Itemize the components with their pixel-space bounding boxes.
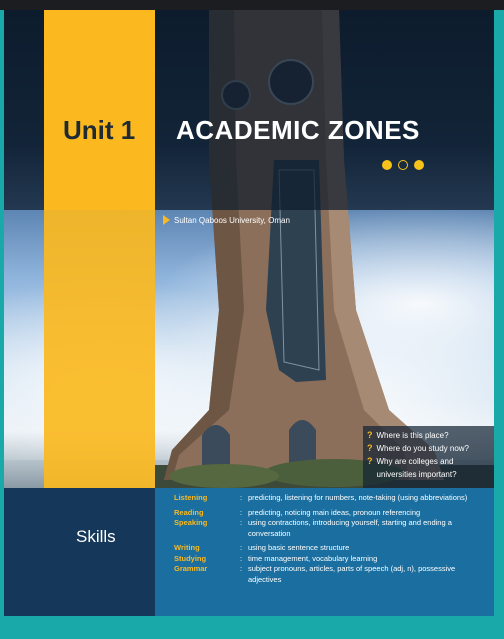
skill-name: Speaking <box>174 518 208 527</box>
skill-row: Speaking : using contractions, introduci… <box>174 518 490 539</box>
bottom-bar <box>0 616 504 639</box>
question-mark-icon: ? <box>367 430 373 440</box>
skill-row: Listening : predicting, listening for nu… <box>174 493 490 504</box>
skills-title: Skills <box>76 527 116 546</box>
skill-row: Studying : time management, vocabulary l… <box>174 554 490 565</box>
skill-row: Writing : using basic sentence structure <box>174 543 490 554</box>
skill-desc: using basic sentence structure <box>248 543 350 552</box>
top-bar <box>0 0 504 10</box>
discussion-questions: ? Where is this place? ? Where do you st… <box>363 426 494 488</box>
dot-filled-icon <box>414 160 424 170</box>
skill-name: Writing <box>174 543 200 552</box>
caption-arrow-icon <box>163 215 170 225</box>
skill-desc: subject pronouns, articles, parts of spe… <box>248 564 456 584</box>
skill-name: Listening <box>174 493 208 502</box>
unit-title: ACADEMIC ZONES <box>176 115 420 145</box>
unit-number: Unit 1 <box>63 115 136 145</box>
textbook-page: Unit 1 ACADEMIC ZONES Sultan Qaboos Univ… <box>0 0 504 639</box>
yellow-strip-top <box>44 10 155 210</box>
section-dots <box>382 160 424 170</box>
dot-outline-icon <box>398 160 408 170</box>
skills-list: Listening : predicting, listening for nu… <box>174 493 490 585</box>
skill-row: Reading : predicting, noticing main idea… <box>174 508 490 519</box>
unit-opener: Unit 1 ACADEMIC ZONES Sultan Qaboos Univ… <box>4 10 494 616</box>
question-item: ? Where do you study now? <box>367 443 469 453</box>
skills-panel: Skills Listening : predicting, listening… <box>4 488 494 616</box>
caption-text: Sultan Qaboos University, Oman <box>174 215 290 225</box>
skill-desc: predicting, listening for numbers, note-… <box>248 493 468 502</box>
yellow-strip-bottom <box>44 210 155 488</box>
question-mark-icon: ? <box>367 456 373 466</box>
skill-row: Grammar : subject pronouns, articles, pa… <box>174 564 490 585</box>
skill-desc: time management, vocabulary learning <box>248 553 378 563</box>
question-item: ? Why are colleges and universities impo… <box>367 456 457 479</box>
skill-name: Grammar <box>174 564 208 573</box>
question-mark-icon: ? <box>367 443 373 453</box>
skill-desc: predicting, noticing main ideas, pronoun… <box>248 507 421 517</box>
photo-caption: Sultan Qaboos University, Oman <box>163 215 290 225</box>
skill-name: Reading <box>174 507 204 517</box>
skill-name: Studying <box>174 553 207 563</box>
skill-desc: using contractions, introducing yourself… <box>248 518 452 538</box>
question-item: ? Where is this place? <box>367 430 449 440</box>
skills-header-block <box>4 488 155 616</box>
dot-filled-icon <box>382 160 392 170</box>
